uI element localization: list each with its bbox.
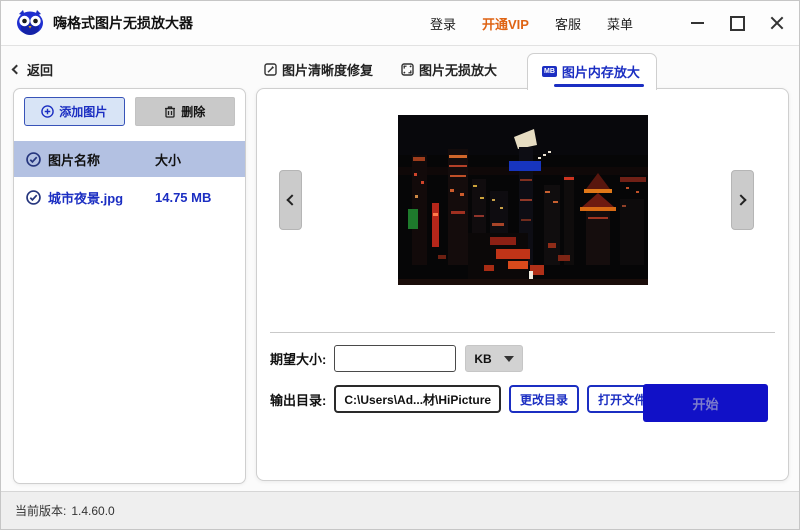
output-path-display: C:\Users\Ad...材\HiPicture bbox=[334, 385, 502, 413]
file-actions: 添加图片 删除 bbox=[14, 89, 245, 136]
active-tab-underline bbox=[554, 84, 644, 87]
header-size-label: 大小 bbox=[155, 152, 182, 168]
next-image-button[interactable] bbox=[731, 170, 754, 230]
file-check-icon[interactable] bbox=[26, 189, 41, 205]
minimize-icon[interactable] bbox=[689, 15, 705, 31]
version-label: 当前版本: bbox=[15, 504, 67, 518]
output-dir-label: 输出目录: bbox=[270, 392, 327, 408]
chevron-down-icon bbox=[504, 355, 515, 362]
trash-icon bbox=[165, 106, 176, 118]
unit-dropdown[interactable]: KB bbox=[465, 345, 524, 372]
file-list-panel: 添加图片 删除 图片名称 大小 城市夜景.jpg 14.75 MB bbox=[13, 88, 246, 484]
lossless-enlarge-icon bbox=[401, 63, 414, 76]
status-bar: 当前版本: 1.4.60.0 bbox=[1, 491, 799, 529]
login-link[interactable]: 登录 bbox=[430, 14, 456, 33]
tab-memory-enlarge[interactable]: MB 图片内存放大 bbox=[527, 53, 657, 90]
desired-size-label: 期望大小: bbox=[270, 352, 327, 367]
owl-logo-icon bbox=[17, 10, 43, 35]
tab-clarity-repair[interactable]: 图片清晰度修复 bbox=[258, 54, 379, 89]
titlebar-menu: 登录 开通VIP 客服 菜单 bbox=[430, 14, 785, 33]
prev-image-button[interactable] bbox=[279, 170, 302, 230]
tab-label: 图片内存放大 bbox=[561, 65, 640, 80]
tab-lossless-enlarge[interactable]: 图片无损放大 bbox=[395, 54, 503, 89]
plus-circle-icon bbox=[41, 105, 55, 118]
back-label: 返回 bbox=[27, 62, 54, 78]
file-list-header: 图片名称 大小 bbox=[14, 141, 245, 177]
maximize-icon[interactable] bbox=[729, 15, 745, 31]
titlebar: 嗨格式图片无损放大器 登录 开通VIP 客服 菜单 bbox=[1, 1, 799, 46]
memory-enlarge-icon: MB bbox=[542, 66, 557, 77]
close-icon[interactable] bbox=[769, 15, 785, 31]
tab-bar: 图片清晰度修复 图片无损放大 MB 图片内存放大 bbox=[256, 53, 789, 90]
chevron-left-icon bbox=[286, 194, 298, 206]
desired-size-row: 期望大小: KB bbox=[270, 345, 524, 372]
app-window: 嗨格式图片无损放大器 登录 开通VIP 客服 菜单 返回 添加图片 删除 图片名… bbox=[0, 0, 800, 530]
vip-link[interactable]: 开通VIP bbox=[482, 14, 529, 33]
image-carousel bbox=[257, 115, 788, 285]
header-name-label: 图片名称 bbox=[48, 152, 101, 168]
select-all-check-icon[interactable] bbox=[26, 151, 41, 167]
add-image-label: 添加图片 bbox=[59, 105, 108, 119]
file-size: 14.75 MB bbox=[155, 189, 212, 205]
start-button[interactable]: 开始 bbox=[643, 384, 768, 422]
menu-link[interactable]: 菜单 bbox=[607, 14, 633, 33]
back-chevron-icon bbox=[11, 64, 22, 74]
version-value: 1.4.60.0 bbox=[71, 503, 115, 518]
unit-value: KB bbox=[474, 351, 492, 366]
memory-enlarge-panel: 期望大小: KB 输出目录: C:\Users\Ad...材\HiPicture… bbox=[256, 88, 789, 481]
file-name: 城市夜景.jpg bbox=[48, 190, 124, 206]
file-list-item[interactable]: 城市夜景.jpg 14.75 MB bbox=[14, 177, 245, 217]
add-image-button[interactable]: 添加图片 bbox=[24, 97, 125, 126]
city-night-preview-image bbox=[397, 115, 648, 285]
chevron-right-icon bbox=[735, 194, 747, 206]
change-dir-button[interactable]: 更改目录 bbox=[509, 385, 580, 413]
desired-size-input[interactable] bbox=[334, 345, 457, 372]
window-controls bbox=[689, 15, 785, 31]
clarity-repair-icon bbox=[264, 63, 277, 76]
support-link[interactable]: 客服 bbox=[555, 14, 581, 33]
tab-label: 图片无损放大 bbox=[419, 63, 498, 78]
back-button[interactable]: 返回 bbox=[11, 59, 246, 79]
form-divider bbox=[270, 332, 775, 333]
main-area: 图片清晰度修复 图片无损放大 MB 图片内存放大 期望大小: KB 输出目录: … bbox=[256, 53, 789, 487]
delete-label: 删除 bbox=[181, 105, 206, 119]
content-area: 返回 添加图片 删除 图片名称 大小 城市夜景.jpg 14.75 MB 图片清… bbox=[1, 47, 799, 491]
delete-button[interactable]: 删除 bbox=[134, 97, 235, 126]
output-dir-row: 输出目录: C:\Users\Ad...材\HiPicture 更改目录 打开文… bbox=[270, 385, 670, 413]
sidebar: 返回 添加图片 删除 图片名称 大小 城市夜景.jpg 14.75 MB bbox=[11, 59, 246, 484]
app-title: 嗨格式图片无损放大器 bbox=[53, 15, 193, 31]
tab-label: 图片清晰度修复 bbox=[282, 63, 374, 78]
